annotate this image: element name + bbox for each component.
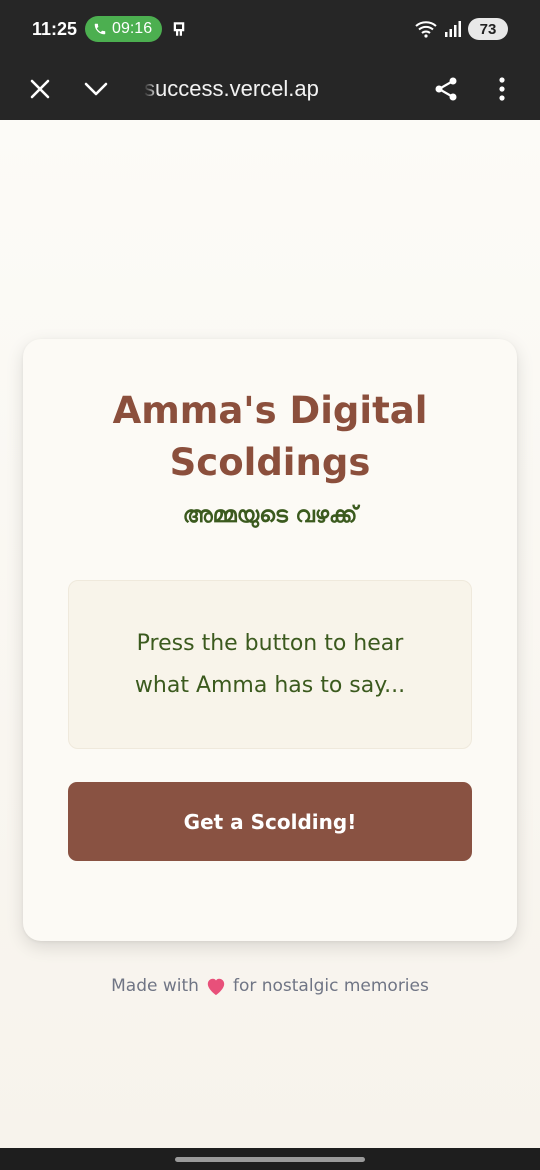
share-button[interactable]: [418, 61, 474, 117]
status-bar: 11:25 09:16 73: [0, 0, 540, 58]
battery-level: 73: [479, 20, 497, 38]
signal-icon: [445, 21, 461, 37]
home-indicator[interactable]: [175, 1156, 365, 1162]
heart-icon: [207, 978, 225, 996]
footer-suffix: for nostalgic memories: [232, 976, 429, 996]
share-icon: [435, 77, 457, 101]
sim-card-icon: [173, 22, 185, 36]
close-tab-button[interactable]: [12, 61, 68, 117]
close-icon: [30, 79, 50, 99]
minimize-button[interactable]: [68, 61, 124, 117]
message-text: Press the button to hear what Amma has t…: [134, 630, 406, 698]
battery-indicator: 73: [468, 18, 508, 40]
ongoing-call-pill[interactable]: 09:16: [85, 16, 163, 42]
footer: Made with for nostalgic memories: [0, 976, 540, 996]
more-options-button[interactable]: [474, 61, 530, 117]
web-page: Amma's Digital Scoldings അമ്മയുടെ വഴക്ക്…: [0, 120, 540, 1148]
more-vert-icon: [499, 77, 505, 101]
gesture-nav-bar: [0, 1148, 540, 1170]
message-box: Press the button to hear what Amma has t…: [68, 580, 472, 749]
status-time: 11:25: [32, 18, 78, 39]
wifi-icon: [415, 21, 437, 38]
footer-prefix: Made with: [111, 976, 199, 996]
page-title: Amma's Digital Scoldings: [112, 389, 428, 484]
get-scolding-button[interactable]: Get a Scolding!: [68, 782, 472, 861]
chevron-down-icon: [84, 82, 108, 96]
malayalam-subtitle: അമ്മയുടെ വഴക്ക്: [182, 503, 358, 528]
phone-icon: [94, 23, 106, 35]
url-text[interactable]: success.vercel.ap: [144, 76, 364, 102]
call-timer: 09:16: [112, 20, 153, 37]
scolding-card: Amma's Digital Scoldings അമ്മയുടെ വഴക്ക്…: [23, 339, 517, 941]
browser-toolbar: success.vercel.ap: [0, 58, 540, 120]
